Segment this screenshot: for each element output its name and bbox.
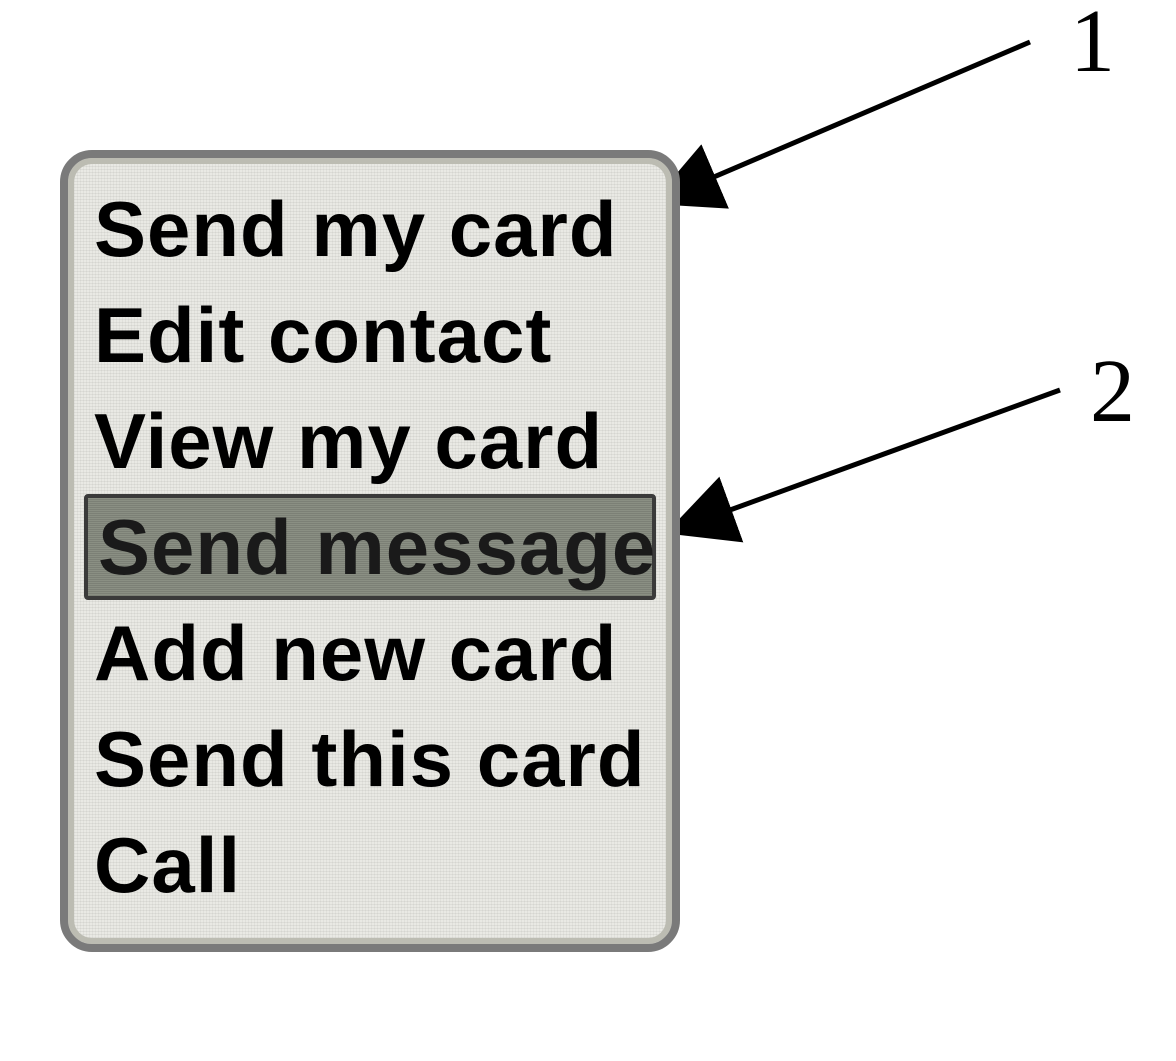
callout-label-2: 2 bbox=[1090, 340, 1135, 443]
menu-item-send-my-card[interactable]: Send my card bbox=[84, 176, 656, 282]
menu-item-send-this-card[interactable]: Send this card bbox=[84, 706, 656, 812]
menu-item-send-message[interactable]: Send message bbox=[84, 494, 656, 600]
figure-canvas: 1 2 Send my card Edit contact View my ca… bbox=[0, 0, 1176, 1061]
context-menu: Send my card Edit contact View my card S… bbox=[60, 150, 680, 952]
menu-item-edit-contact[interactable]: Edit contact bbox=[84, 282, 656, 388]
menu-item-view-my-card[interactable]: View my card bbox=[84, 388, 656, 494]
menu-item-add-new-card[interactable]: Add new card bbox=[84, 600, 656, 706]
menu-item-call[interactable]: Call bbox=[84, 812, 656, 918]
